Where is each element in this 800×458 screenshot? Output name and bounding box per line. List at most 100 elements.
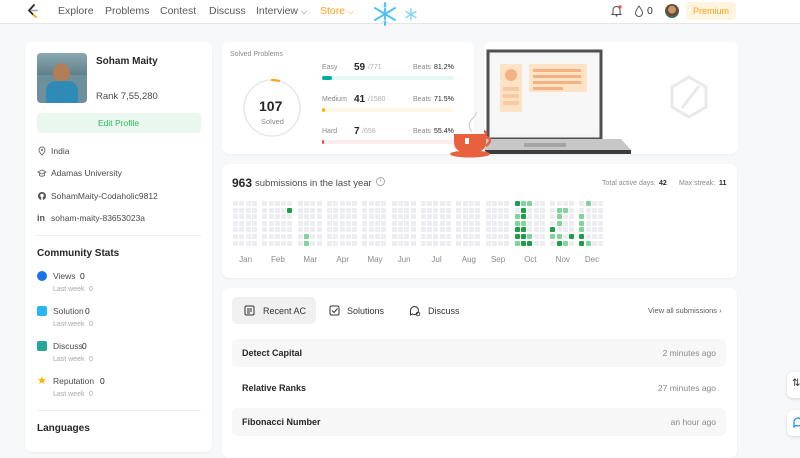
heatmap-cell[interactable] [598, 220, 604, 226]
heatmap-cell[interactable] [514, 214, 520, 220]
heatmap-cell[interactable] [420, 220, 426, 226]
heatmap-cell[interactable] [527, 201, 533, 206]
heatmap-cell[interactable] [514, 234, 520, 239]
heatmap-cell[interactable] [410, 234, 416, 239]
heatmap-cell[interactable] [569, 234, 575, 239]
heatmap-cell[interactable] [339, 201, 345, 206]
heatmap-cell[interactable] [404, 220, 410, 226]
submission-row[interactable]: Detect Capital 2 minutes ago [232, 339, 726, 367]
heatmap-cell[interactable] [245, 220, 251, 226]
heatmap-cell[interactable] [304, 227, 309, 233]
heatmap-cell[interactable] [475, 201, 481, 206]
heatmap-cell[interactable] [345, 207, 351, 213]
nav-store[interactable]: Store ⌵ [320, 5, 354, 17]
heatmap-cell[interactable] [287, 234, 293, 239]
heatmap-cell[interactable] [504, 201, 510, 206]
heatmap-cell[interactable] [579, 220, 585, 226]
heatmap-cell[interactable] [274, 234, 280, 239]
heatmap-cell[interactable] [527, 214, 533, 220]
heatmap-cell[interactable] [439, 201, 445, 206]
heatmap-cell[interactable] [410, 227, 416, 233]
heatmap-cell[interactable] [569, 201, 575, 206]
heatmap-cell[interactable] [381, 240, 387, 246]
heatmap-cell[interactable] [527, 234, 533, 239]
heatmap-cell[interactable] [468, 207, 474, 213]
heatmap-cell[interactable] [333, 227, 339, 233]
bell-icon[interactable] [611, 5, 622, 17]
heatmap-cell[interactable] [539, 240, 545, 246]
heatmap-cell[interactable] [339, 234, 345, 239]
submission-title[interactable]: Detect Capital [242, 348, 302, 358]
heatmap-cell[interactable] [362, 240, 368, 246]
heatmap-cell[interactable] [592, 240, 597, 246]
heatmap-cell[interactable] [539, 220, 545, 226]
heatmap-cell[interactable] [333, 234, 339, 239]
heatmap-cell[interactable] [368, 240, 374, 246]
heatmap-cell[interactable] [262, 240, 268, 246]
heatmap-cell[interactable] [491, 220, 497, 226]
heatmap-cell[interactable] [316, 207, 322, 213]
heatmap-cell[interactable] [339, 214, 345, 220]
heatmap-cell[interactable] [598, 201, 604, 206]
heatmap-cell[interactable] [397, 201, 403, 206]
heatmap-cell[interactable] [391, 227, 397, 233]
heatmap-cell[interactable] [268, 214, 274, 220]
heatmap-cell[interactable] [410, 207, 416, 213]
heatmap-cell[interactable] [456, 234, 462, 239]
heatmap-cell[interactable] [598, 207, 604, 213]
heatmap-cell[interactable] [333, 207, 339, 213]
info-icon[interactable]: i [376, 177, 385, 186]
heatmap-cell[interactable] [375, 220, 380, 226]
heatmap-cell[interactable] [556, 207, 562, 213]
heatmap-cell[interactable] [251, 220, 257, 226]
heatmap-cell[interactable] [404, 227, 410, 233]
heatmap-cell[interactable] [456, 227, 462, 233]
heatmap-cell[interactable] [362, 214, 368, 220]
heatmap-cell[interactable] [239, 214, 245, 220]
heatmap-cell[interactable] [498, 240, 504, 246]
heatmap-cell[interactable] [562, 207, 568, 213]
coin-drop-icon[interactable] [634, 5, 644, 17]
heatmap-cell[interactable] [427, 227, 433, 233]
heatmap-cell[interactable] [251, 214, 257, 220]
heatmap-cell[interactable] [579, 214, 585, 220]
heatmap-cell[interactable] [468, 234, 474, 239]
heatmap-cell[interactable] [562, 234, 568, 239]
heatmap-cell[interactable] [381, 207, 387, 213]
heatmap-cell[interactable] [539, 214, 545, 220]
heatmap-cell[interactable] [368, 214, 374, 220]
heatmap-cell[interactable] [362, 220, 368, 226]
heatmap-cell[interactable] [316, 201, 322, 206]
heatmap-cell[interactable] [579, 207, 585, 213]
heatmap-cell[interactable] [439, 234, 445, 239]
heatmap-cell[interactable] [239, 201, 245, 206]
heatmap-cell[interactable] [391, 214, 397, 220]
heatmap-cell[interactable] [262, 201, 268, 206]
heatmap-cell[interactable] [381, 234, 387, 239]
heatmap-cell[interactable] [345, 234, 351, 239]
heatmap-cell[interactable] [316, 220, 322, 226]
heatmap-cell[interactable] [485, 220, 491, 226]
heatmap-cell[interactable] [533, 201, 539, 206]
heatmap-cell[interactable] [352, 234, 358, 239]
heatmap-cell[interactable] [239, 227, 245, 233]
heatmap-cell[interactable] [245, 227, 251, 233]
heatmap-cell[interactable] [281, 207, 287, 213]
heatmap-cell[interactable] [556, 240, 562, 246]
heatmap-cell[interactable] [381, 220, 387, 226]
heatmap-cell[interactable] [439, 227, 445, 233]
nav-problems[interactable]: Problems [105, 5, 149, 17]
submission-title[interactable]: Relative Ranks [242, 383, 306, 393]
floating-action-chat[interactable] [787, 410, 800, 436]
heatmap-cell[interactable] [375, 214, 380, 220]
heatmap-cell[interactable] [339, 227, 345, 233]
heatmap-cell[interactable] [368, 227, 374, 233]
nav-explore[interactable]: Explore [58, 5, 94, 17]
heatmap-cell[interactable] [404, 240, 410, 246]
heatmap-cell[interactable] [368, 207, 374, 213]
heatmap-cell[interactable] [433, 220, 439, 226]
heatmap-cell[interactable] [539, 207, 545, 213]
heatmap-cell[interactable] [433, 214, 439, 220]
heatmap-cell[interactable] [287, 220, 293, 226]
heatmap-cell[interactable] [404, 234, 410, 239]
